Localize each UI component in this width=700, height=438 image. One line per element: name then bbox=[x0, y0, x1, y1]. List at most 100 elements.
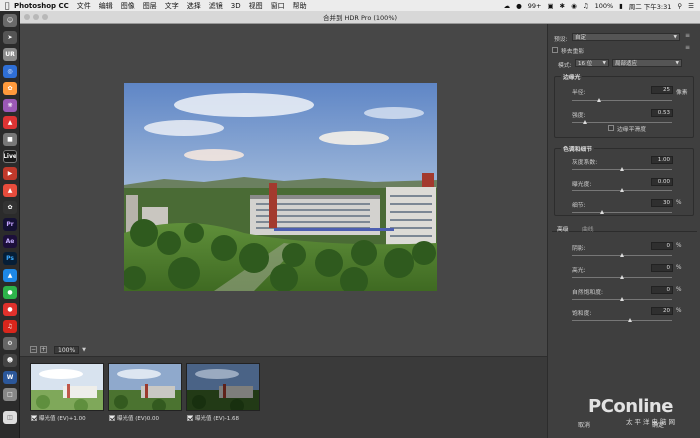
thumbnail-checkbox[interactable] bbox=[187, 415, 193, 421]
menu-layer[interactable]: 图层 bbox=[143, 1, 157, 11]
chat-icon[interactable]: ● bbox=[516, 2, 522, 10]
zoom-field[interactable]: 100% bbox=[54, 345, 80, 354]
airplay-icon[interactable]: ▣ bbox=[547, 2, 553, 10]
netease-music-icon[interactable]: ♫ bbox=[3, 320, 17, 333]
live-app-icon[interactable]: Live bbox=[3, 150, 17, 163]
zoom-window-button[interactable] bbox=[42, 14, 48, 20]
shadow-slider-track[interactable] bbox=[572, 253, 672, 257]
menu-view[interactable]: 视图 bbox=[249, 1, 263, 11]
wifi-icon[interactable]: ◉ bbox=[571, 2, 577, 10]
word-icon[interactable]: W bbox=[3, 371, 17, 384]
clock[interactable]: 周二 下午3:31 bbox=[629, 1, 672, 11]
saturation-field[interactable]: 20 bbox=[651, 307, 673, 315]
preview-icon[interactable]: □ bbox=[3, 388, 17, 401]
zoom-out-button[interactable]: − bbox=[30, 346, 37, 353]
strength-field[interactable]: 0.53 bbox=[651, 109, 673, 117]
user-icon[interactable]: ☻ bbox=[3, 354, 17, 367]
photoshop-icon[interactable]: Ps bbox=[3, 252, 17, 265]
strength-slider-knob[interactable] bbox=[583, 120, 587, 124]
menu-window[interactable]: 窗口 bbox=[271, 1, 285, 11]
menu-file[interactable]: 文件 bbox=[77, 1, 91, 11]
edge-smooth-checkbox[interactable] bbox=[608, 125, 614, 131]
detail-slider-track[interactable] bbox=[572, 210, 672, 214]
thumbnail-checkbox[interactable] bbox=[31, 415, 37, 421]
battery-percent[interactable]: 100% bbox=[595, 2, 614, 10]
menu-edit[interactable]: 编辑 bbox=[99, 1, 113, 11]
search-icon[interactable]: ⚲ bbox=[677, 2, 682, 10]
method-select[interactable]: 局部适应 ▼ bbox=[612, 59, 682, 67]
battery-icon[interactable]: ▮ bbox=[619, 2, 623, 10]
radius-slider-track[interactable] bbox=[572, 98, 672, 102]
cloud-icon[interactable]: ☁ bbox=[504, 2, 511, 10]
highlight-field[interactable]: 0 bbox=[651, 264, 673, 272]
davinci-icon[interactable]: ✿ bbox=[3, 201, 17, 214]
zoom-in-button[interactable]: + bbox=[40, 346, 47, 353]
app-menu[interactable]: Photoshop CC bbox=[14, 2, 69, 10]
apple-icon[interactable]:  bbox=[0, 1, 14, 10]
menu-type[interactable]: 文字 bbox=[165, 1, 179, 11]
finder-icon[interactable]: ☺ bbox=[3, 14, 17, 27]
hdr-preview-image[interactable] bbox=[124, 83, 437, 291]
gamma-field[interactable]: 1.00 bbox=[651, 156, 673, 164]
gamma-slider-knob[interactable] bbox=[620, 167, 624, 171]
thumbnail-ev-minus[interactable] bbox=[186, 363, 260, 411]
pdf-icon[interactable]: ▲ bbox=[3, 116, 17, 129]
shadow-field[interactable]: 0 bbox=[651, 242, 673, 250]
exposure-slider-knob[interactable] bbox=[620, 188, 624, 192]
ur-app-icon[interactable]: UR bbox=[3, 48, 17, 61]
safari-icon[interactable]: ◎ bbox=[3, 65, 17, 78]
trash-icon[interactable]: ◫ bbox=[3, 411, 17, 424]
preset-select[interactable]: 自定 ▼ bbox=[572, 33, 680, 41]
photos-icon[interactable]: ✿ bbox=[3, 82, 17, 95]
red-app-icon[interactable]: ▲ bbox=[3, 184, 17, 197]
tab-curve[interactable]: 曲线 bbox=[582, 224, 594, 233]
tab-advanced[interactable]: 高级 bbox=[557, 224, 569, 233]
bit-depth-select[interactable]: 16 位 ▼ bbox=[575, 59, 609, 67]
strength-slider-track[interactable] bbox=[572, 120, 672, 124]
menu-3d[interactable]: 3D bbox=[231, 2, 241, 10]
saturation-slider-knob[interactable] bbox=[628, 318, 632, 322]
detail-field[interactable]: 30 bbox=[651, 199, 673, 207]
preset-menu-icon[interactable]: ≡ bbox=[685, 32, 690, 39]
exposure-field[interactable]: 0.00 bbox=[651, 178, 673, 186]
detail-slider-knob[interactable] bbox=[600, 210, 604, 214]
vibrance-field[interactable]: 0 bbox=[651, 286, 673, 294]
vibrance-slider-knob[interactable] bbox=[620, 297, 624, 301]
remove-ghosts-checkbox[interactable] bbox=[552, 47, 558, 53]
bluetooth-icon[interactable]: ✱ bbox=[560, 2, 565, 10]
highlight-slider-knob[interactable] bbox=[620, 275, 624, 279]
menu-help[interactable]: 帮助 bbox=[293, 1, 307, 11]
exposure-slider-track[interactable] bbox=[572, 188, 672, 192]
premiere-icon[interactable]: Pr bbox=[3, 218, 17, 231]
close-window-button[interactable] bbox=[24, 14, 30, 20]
notification-badge[interactable]: 99+ bbox=[528, 2, 542, 10]
list-icon[interactable]: ☰ bbox=[688, 2, 694, 10]
chevron-down-icon[interactable]: ▼ bbox=[82, 347, 86, 353]
menu-filter[interactable]: 滤镜 bbox=[209, 1, 223, 11]
vibrance-slider-track[interactable] bbox=[572, 297, 672, 301]
options-menu-icon[interactable]: ≡ bbox=[685, 44, 690, 51]
saturation-slider-track[interactable] bbox=[572, 318, 672, 322]
highlight-slider-track[interactable] bbox=[572, 275, 672, 279]
volume-icon[interactable]: ♫ bbox=[583, 2, 589, 10]
thumbnail-ev-plus[interactable] bbox=[30, 363, 104, 411]
pinwheel-icon[interactable]: ❋ bbox=[3, 99, 17, 112]
wechat-icon[interactable]: ● bbox=[3, 286, 17, 299]
radius-field[interactable]: 25 bbox=[651, 86, 673, 94]
menu-image[interactable]: 图像 bbox=[121, 1, 135, 11]
menu-select[interactable]: 选择 bbox=[187, 1, 201, 11]
thumbnail-ev-zero[interactable] bbox=[108, 363, 182, 411]
app-store-icon[interactable]: ▲ bbox=[3, 269, 17, 282]
flash-icon[interactable]: ▶ bbox=[3, 167, 17, 180]
shadow-slider-knob[interactable] bbox=[620, 253, 624, 257]
weibo-icon[interactable]: ● bbox=[3, 303, 17, 316]
radius-slider-knob[interactable] bbox=[597, 98, 601, 102]
cancel-button[interactable]: 取消 bbox=[578, 420, 590, 429]
launchpad-icon[interactable]: ➤ bbox=[3, 31, 17, 44]
shield-icon[interactable]: ■ bbox=[3, 133, 17, 146]
thumbnail-checkbox[interactable] bbox=[109, 415, 115, 421]
settings-icon[interactable]: ⚙ bbox=[3, 337, 17, 350]
minimize-window-button[interactable] bbox=[33, 14, 39, 20]
gamma-slider-track[interactable] bbox=[572, 167, 672, 171]
after-effects-icon[interactable]: Ae bbox=[3, 235, 17, 248]
